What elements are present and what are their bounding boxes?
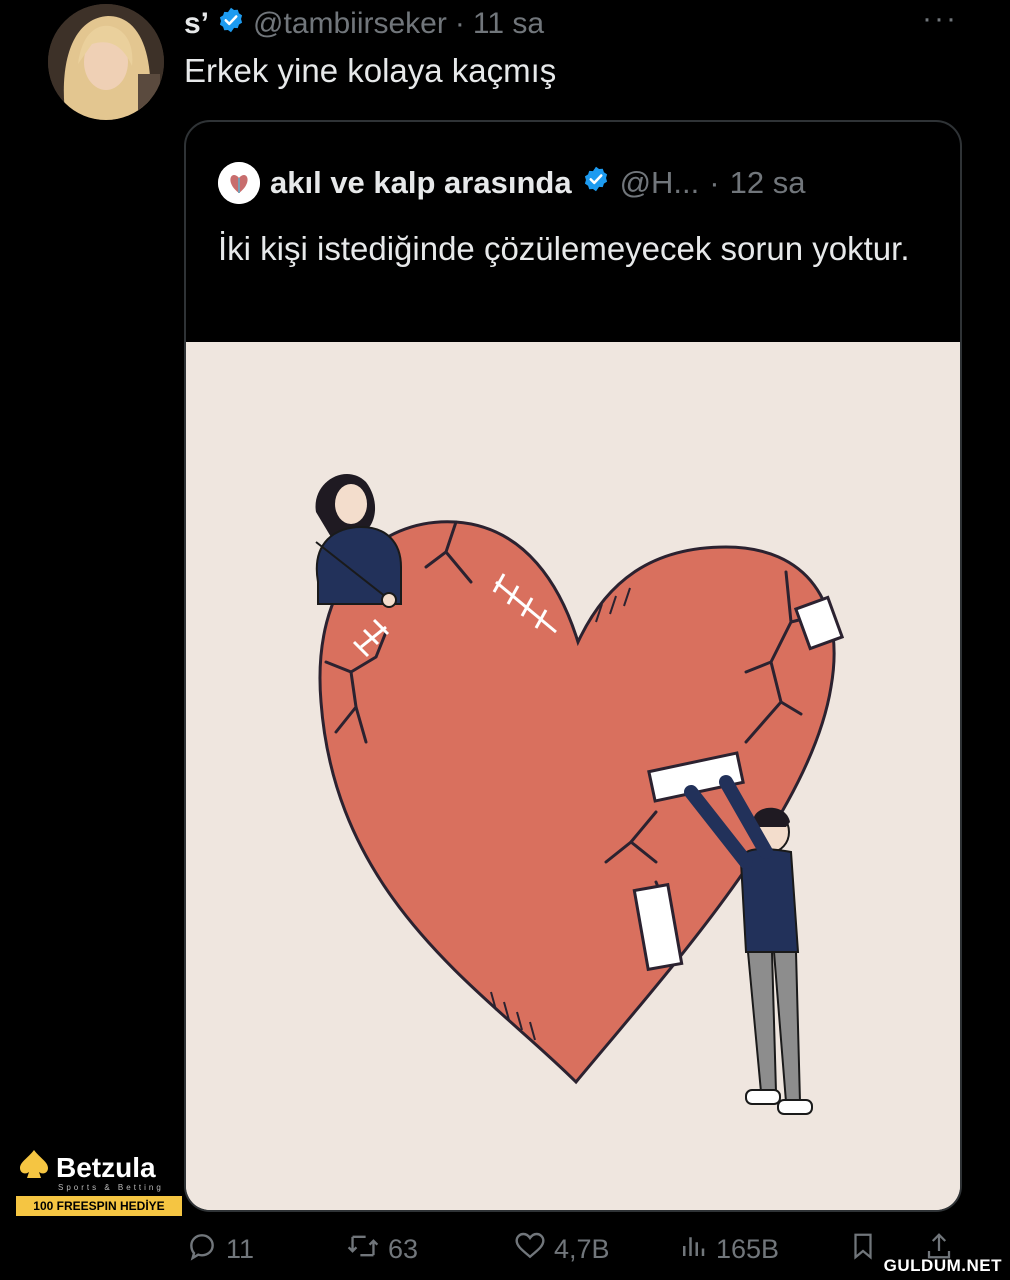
retweet-count: 63 [388,1234,419,1264]
retweet-icon [346,1230,380,1269]
quoted-time[interactable]: 12 sa [730,165,806,201]
user-avatar[interactable] [48,4,164,120]
like-button[interactable]: 4,7B [514,1230,610,1269]
reply-count: 11 [226,1234,255,1264]
more-options-icon[interactable]: ··· [922,2,958,36]
author-handle[interactable]: @tambiirseker [253,7,447,41]
retweet-button[interactable]: 63 [346,1230,418,1269]
reply-icon [186,1230,218,1269]
tweet-header: s’ @tambiirseker · 11 sa [184,2,544,46]
quoted-text: İki kişi istediğinde çözülemeyecek sorun… [218,230,910,267]
action-bar: 11 63 4,7B 165B [186,1230,976,1272]
site-watermark: GULDUM.NET [883,1256,1002,1275]
brand-subtitle: Sports & Betting [58,1183,164,1192]
author-name[interactable]: s’ [184,7,209,41]
promo-strip: 100 FREESPIN HEDİYE [16,1196,182,1216]
separator: · [454,7,465,40]
quoted-avatar[interactable] [218,162,260,204]
brand-name: Betzula [56,1151,156,1183]
tweet-text: Erkek yine kolaya kaçmış [184,52,557,89]
like-count: 4,7B [554,1234,610,1264]
promo-badge: Betzula Sports & Betting 100 FREESPIN HE… [16,1148,182,1216]
verified-icon [582,165,610,201]
quoted-author-handle[interactable]: @H... [620,165,700,201]
bookmark-icon [848,1230,878,1269]
like-icon [514,1230,546,1269]
quoted-tweet[interactable]: akıl ve kalp arasında @H... · 12 sa İki … [184,120,962,1212]
views-count: 165B [716,1234,780,1264]
verified-icon [217,6,245,42]
spade-icon [16,1148,52,1187]
views-icon [678,1230,708,1269]
reply-button[interactable]: 11 [186,1230,254,1269]
separator: · [709,165,720,200]
bookmark-button[interactable] [848,1230,878,1269]
quoted-header: akıl ve kalp arasında @H... · 12 sa [218,160,805,206]
views-button[interactable]: 165B [678,1230,779,1269]
heart-illustration[interactable] [186,342,960,1210]
tweet-time[interactable]: 11 sa [473,7,544,41]
quoted-author-name[interactable]: akıl ve kalp arasında [270,165,572,201]
